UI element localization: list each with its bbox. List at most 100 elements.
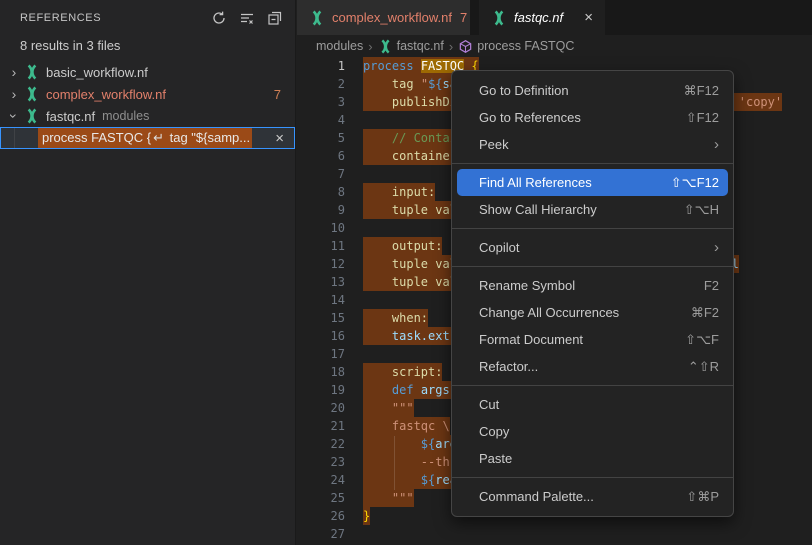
menu-item-find-all-references[interactable]: Find All References ⇧⌥F12 xyxy=(457,169,728,196)
vscode-window: REFERENCES 8 results in 3 files › basic_… xyxy=(0,0,812,545)
menu-item-command-palette[interactable]: Command Palette...⇧⌘P xyxy=(452,483,733,510)
references-title: REFERENCES xyxy=(20,12,101,24)
menu-item-label: Format Document xyxy=(479,332,583,347)
menu-item-cut[interactable]: Cut xyxy=(452,391,733,418)
reference-result-item[interactable]: process FASTQC {↵ tag "${samp... × xyxy=(0,127,295,149)
line-number: 7 xyxy=(297,165,345,183)
chevron-down-icon[interactable]: › xyxy=(3,108,25,124)
collapse-all-icon[interactable] xyxy=(267,10,283,26)
editor-tab-bar: complex_workflow.nf 7 fastqc.nf × xyxy=(297,0,812,35)
menu-item-shortcut: ⇧⌘P xyxy=(686,489,719,505)
line-number: 10 xyxy=(297,219,345,237)
menu-item-change-all-occurrences[interactable]: Change All Occurrences ⌘F2 xyxy=(452,299,733,326)
menu-item-show-call-hierarchy[interactable]: Show Call Hierarchy ⇧⌥H xyxy=(452,196,733,223)
menu-separator xyxy=(452,228,733,229)
reference-range-highlight: """ xyxy=(363,399,414,417)
tab-fastqc[interactable]: fastqc.nf × xyxy=(479,0,605,35)
line-number: 13 xyxy=(297,273,345,291)
references-sidebar: REFERENCES 8 results in 3 files › basic_… xyxy=(0,0,296,545)
menu-item-shortcut: ⇧⌥F12 xyxy=(671,175,719,191)
reference-range-highlight: output: xyxy=(363,237,442,255)
line-number: 8 xyxy=(297,183,345,201)
menu-item-refactor[interactable]: Refactor... ⌃⇧R xyxy=(452,353,733,380)
reference-range-highlight: when: xyxy=(363,309,428,327)
line-number: 26 xyxy=(297,507,345,525)
menu-item-label: Rename Symbol xyxy=(479,278,575,293)
menu-item-copilot[interactable]: Copilot› xyxy=(452,234,733,261)
dismiss-result-icon[interactable]: × xyxy=(275,130,284,147)
menu-item-paste[interactable]: Paste xyxy=(452,445,733,472)
tree-item-fastqc[interactable]: › fastqc.nf modules xyxy=(0,105,295,127)
menu-item-shortcut: ⌘F2 xyxy=(691,305,719,321)
line-number: 22 xyxy=(297,435,345,453)
tree-indent-guide xyxy=(14,128,15,148)
reference-range-highlight: } xyxy=(363,507,370,525)
results-summary: 8 results in 3 files xyxy=(0,36,295,61)
menu-item-label: Find All References xyxy=(479,175,592,190)
file-path-description: modules xyxy=(102,109,149,123)
menu-item-copy[interactable]: Copy xyxy=(452,418,733,445)
editor-context-menu: Go to Definition⌘F12Go to References⇧F12… xyxy=(451,70,734,517)
tree-item-basic-workflow[interactable]: › basic_workflow.nf xyxy=(0,61,295,83)
menu-item-label: Refactor... xyxy=(479,359,538,374)
line-number: 5 xyxy=(297,129,345,147)
reference-match-text: process FASTQC {↵ tag "${samp... xyxy=(38,128,252,148)
line-number: 4 xyxy=(297,111,345,129)
nextflow-file-icon xyxy=(24,64,40,80)
reference-range-highlight: fastqc \ xyxy=(363,417,450,435)
result-count-badge: 7 xyxy=(274,87,281,102)
line-number: 25 xyxy=(297,489,345,507)
close-tab-icon[interactable]: × xyxy=(584,9,593,26)
menu-item-go-to-definition[interactable]: Go to Definition⌘F12 xyxy=(452,77,733,104)
line-number: 9 xyxy=(297,201,345,219)
menu-separator xyxy=(452,385,733,386)
breadcrumb-file[interactable]: fastqc.nf xyxy=(378,39,444,54)
menu-item-label: Copilot xyxy=(479,240,519,255)
file-name: basic_workflow.nf xyxy=(46,65,148,80)
menu-item-label: Paste xyxy=(479,451,512,466)
line-number: 23 xyxy=(297,453,345,471)
tree-item-complex-workflow[interactable]: › complex_workflow.nf 7 xyxy=(0,83,295,105)
menu-separator xyxy=(452,266,733,267)
line-number: 18 xyxy=(297,363,345,381)
line-number: 1 xyxy=(297,57,345,75)
nextflow-file-icon xyxy=(309,10,325,26)
tab-label: fastqc.nf xyxy=(514,10,563,25)
reference-range-highlight: script: xyxy=(363,363,442,381)
menu-item-shortcut: ⇧⌥H xyxy=(684,202,719,218)
breadcrumb-folder[interactable]: modules xyxy=(316,39,363,53)
menu-item-peek[interactable]: Peek› xyxy=(452,131,733,158)
line-number: 6 xyxy=(297,147,345,165)
breadcrumb-symbol[interactable]: process FASTQC xyxy=(458,39,574,54)
reference-range-highlight: input: xyxy=(363,183,435,201)
menu-item-label: Change All Occurrences xyxy=(479,305,619,320)
breadcrumb-separator-icon: › xyxy=(449,39,453,54)
menu-item-label: Go to References xyxy=(479,110,581,125)
line-number: 14 xyxy=(297,291,345,309)
line-number: 15 xyxy=(297,309,345,327)
menu-item-shortcut: ⌃⇧R xyxy=(688,359,719,375)
refresh-icon[interactable] xyxy=(211,10,227,26)
line-number: 3 xyxy=(297,93,345,111)
menu-item-go-to-references[interactable]: Go to References⇧F12 xyxy=(452,104,733,131)
code-line[interactable]: 27 xyxy=(297,525,812,543)
chevron-right-icon[interactable]: › xyxy=(6,83,22,105)
tab-complex-workflow[interactable]: complex_workflow.nf 7 xyxy=(297,0,471,35)
line-number: 11 xyxy=(297,237,345,255)
line-number: 12 xyxy=(297,255,345,273)
breadcrumb-separator-icon: › xyxy=(368,39,372,54)
chevron-right-icon[interactable]: › xyxy=(6,61,22,83)
process-symbol-icon xyxy=(458,39,473,54)
nextflow-file-icon xyxy=(24,108,40,124)
nextflow-file-icon xyxy=(24,86,40,102)
line-number: 27 xyxy=(297,525,345,543)
menu-item-shortcut: ⇧⌥F xyxy=(685,332,719,348)
menu-item-shortcut: ⌘F12 xyxy=(684,83,719,99)
reference-range-highlight: """ xyxy=(363,489,414,507)
menu-item-rename-symbol[interactable]: Rename SymbolF2 xyxy=(452,272,733,299)
menu-item-label: Show Call Hierarchy xyxy=(479,202,597,217)
clear-results-icon[interactable] xyxy=(239,10,255,26)
menu-separator xyxy=(452,477,733,478)
nextflow-file-icon xyxy=(491,10,507,26)
menu-item-format-document[interactable]: Format Document ⇧⌥F xyxy=(452,326,733,353)
